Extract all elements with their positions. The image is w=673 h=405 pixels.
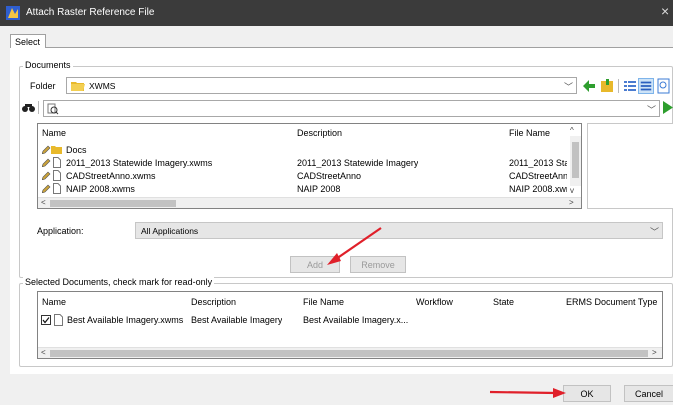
annotation-arrow xyxy=(327,227,566,398)
